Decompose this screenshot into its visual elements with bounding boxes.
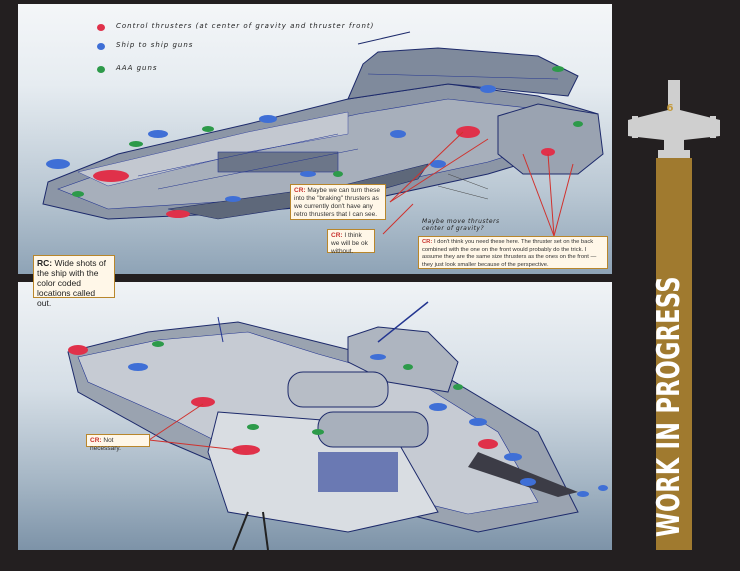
note-cr-text: Maybe we can turn these into the "brakin… [294,187,380,218]
note-cr-tag: CR: [90,437,102,444]
ship-silhouette-icon [628,80,720,158]
note-rc-wide-shots: RC: Wide shots of the ship with the colo… [33,255,115,308]
top-render-panel [18,4,612,274]
handwritten-note: Maybe move thrusters center of gravity? [422,218,500,232]
legend-blue-dot [97,43,105,50]
note-cr-braking: CR: Maybe we can turn these into the "br… [290,184,386,220]
ship-render-bottom [67,301,608,550]
legend-red-label: Control thrusters (at center of gravity … [116,22,375,30]
note-cr-tag: CR: [294,187,306,194]
legend-blue-label: Ship to ship guns [116,41,194,49]
note-rc-tag: RC: [37,258,53,268]
legend-red-dot [97,24,105,31]
legend-green-dot [97,66,105,73]
badge-number: 6 [666,103,674,114]
legend-green-label: AAA guns [116,64,158,72]
note-cr-tag: CR: [422,239,433,245]
ship-render-top [42,31,604,237]
note-cr-not-necessary: CR: Not necessary. [86,434,150,452]
note-cr-thrusters: CR: I don't think you need these here. T… [418,236,608,269]
note-cr-tag: CR: [331,232,343,239]
badge-label: WORK IN PROGRESS [651,276,687,537]
note-cr-ok-without: CR: I think we will be ok without. [327,229,375,255]
bottom-render-panel [18,282,612,550]
note-cr-text: I don't think you need these here. The t… [422,239,597,268]
